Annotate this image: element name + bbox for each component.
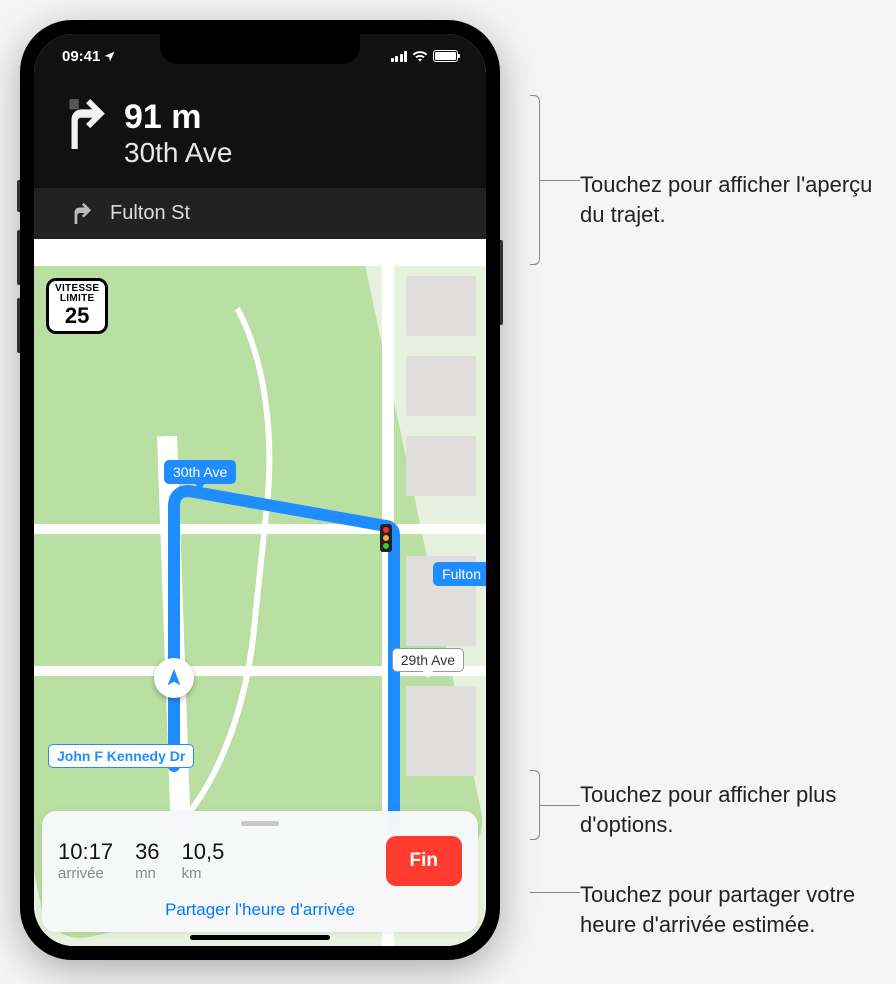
screen: 09:41 91 m 30th Ave Fulton St bbox=[34, 34, 486, 946]
map-route-label: 30th Ave bbox=[164, 460, 236, 484]
turn-right-icon bbox=[62, 99, 106, 149]
battery-icon bbox=[433, 50, 458, 62]
cellular-signal-icon bbox=[391, 51, 408, 62]
share-eta-link[interactable]: Partager l'heure d'arrivée bbox=[58, 900, 462, 920]
speed-limit-sign: VITESSE LIMITE 25 bbox=[46, 278, 108, 334]
home-indicator[interactable] bbox=[190, 935, 330, 940]
distance-value: 10,5 bbox=[182, 839, 225, 865]
volume-down-button bbox=[17, 298, 20, 353]
wifi-icon bbox=[412, 50, 428, 62]
nav-secondary-instruction[interactable]: Fulton St bbox=[34, 188, 486, 239]
drawer-handle[interactable] bbox=[241, 821, 279, 826]
map-label-text: Fulton bbox=[442, 566, 481, 582]
nav-distance: 91 m bbox=[124, 99, 232, 136]
arrival-time-value: 10:17 bbox=[58, 839, 113, 865]
location-arrow-icon bbox=[103, 50, 116, 63]
nav-primary-instruction[interactable]: 91 m 30th Ave bbox=[34, 89, 486, 188]
duration-unit: mn bbox=[135, 865, 159, 883]
power-button bbox=[500, 240, 503, 325]
route-drawer[interactable]: 10:17 arrivée 36 mn 10,5 km Fin Partager… bbox=[42, 811, 478, 932]
duration-stat: 36 mn bbox=[135, 839, 159, 883]
arrival-time-stat: 10:17 arrivée bbox=[58, 839, 113, 883]
duration-value: 36 bbox=[135, 839, 159, 865]
callout-text: Touchez pour afficher l'aperçu du trajet… bbox=[580, 172, 872, 227]
map-route-label: Fulton bbox=[433, 562, 486, 586]
callout-1: Touchez pour afficher l'aperçu du trajet… bbox=[580, 170, 876, 229]
volume-up-button bbox=[17, 230, 20, 285]
user-location-puck bbox=[154, 658, 194, 698]
callout-text: Touchez pour partager votre heure d'arri… bbox=[580, 882, 855, 937]
speed-limit-value: 25 bbox=[55, 305, 99, 327]
mute-switch bbox=[17, 180, 20, 212]
callout-annotations: Touchez pour afficher l'aperçu du trajet… bbox=[530, 20, 876, 960]
map-current-road-label: John F Kennedy Dr bbox=[48, 744, 194, 768]
nav-secondary-street: Fulton St bbox=[110, 202, 190, 225]
distance-unit: km bbox=[182, 865, 225, 883]
map-label-text: John F Kennedy Dr bbox=[57, 748, 185, 764]
callout-text: Touchez pour afficher plus d'options. bbox=[580, 782, 836, 837]
nav-primary-street: 30th Ave bbox=[124, 136, 232, 170]
phone-frame: 09:41 91 m 30th Ave Fulton St bbox=[20, 20, 500, 960]
traffic-light-icon bbox=[380, 524, 392, 552]
arrival-time-label: arrivée bbox=[58, 865, 113, 883]
status-time: 09:41 bbox=[62, 48, 100, 65]
callout-2: Touchez pour afficher plus d'options. bbox=[580, 780, 876, 839]
distance-stat: 10,5 km bbox=[182, 839, 225, 883]
end-route-button[interactable]: Fin bbox=[386, 836, 463, 886]
notch bbox=[160, 34, 360, 64]
turn-right-icon bbox=[70, 202, 92, 224]
map-label-text: 30th Ave bbox=[173, 464, 227, 480]
map-street-label: 29th Ave bbox=[392, 648, 464, 672]
callout-3: Touchez pour partager votre heure d'arri… bbox=[580, 880, 876, 939]
map-label-text: 29th Ave bbox=[401, 652, 455, 668]
